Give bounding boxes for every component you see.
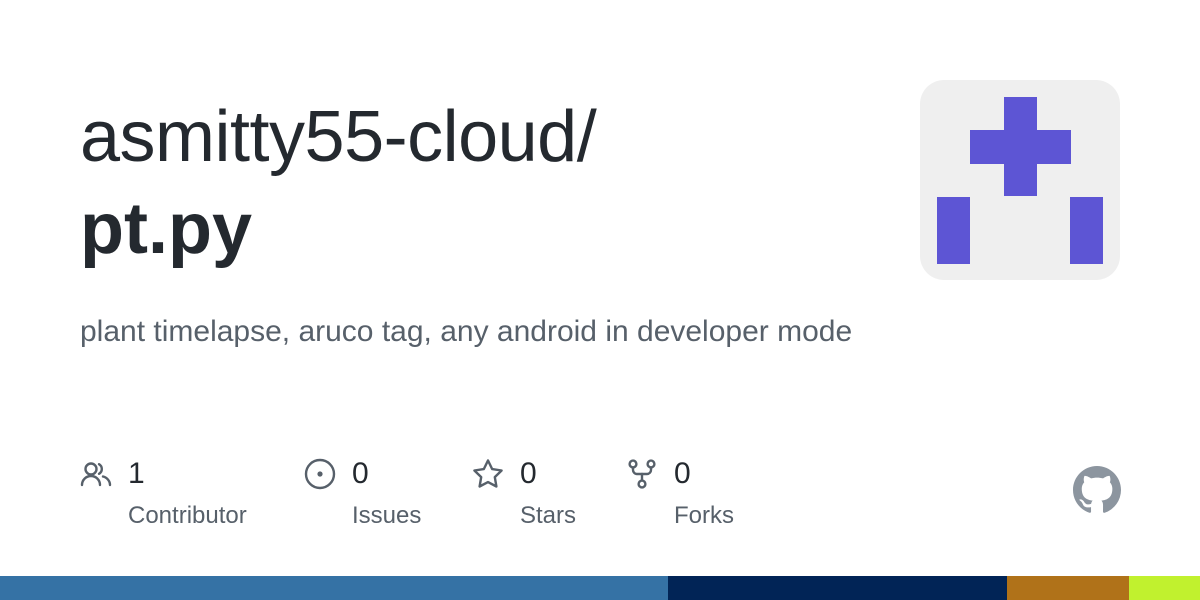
repo-owner[interactable]: asmitty55-cloud/ bbox=[80, 92, 597, 182]
issues-label: Issues bbox=[352, 502, 422, 529]
stars-label: Stars bbox=[520, 502, 577, 529]
repo-forked-icon bbox=[628, 459, 656, 489]
identicon-avatar bbox=[937, 97, 1103, 264]
github-mark-icon[interactable] bbox=[1073, 466, 1121, 514]
language-bar bbox=[0, 576, 1200, 600]
people-icon bbox=[80, 462, 112, 487]
language-segment bbox=[1006, 576, 1130, 600]
contributors-count: 1 bbox=[128, 457, 145, 490]
language-segment bbox=[1129, 576, 1200, 600]
repo-name[interactable]: pt.py bbox=[80, 184, 252, 274]
issues-count: 0 bbox=[352, 457, 369, 490]
contributors-label: Contributor bbox=[128, 502, 247, 529]
stars-count: 0 bbox=[520, 457, 537, 490]
issue-opened-icon bbox=[304, 458, 336, 490]
owner-avatar[interactable] bbox=[920, 80, 1120, 280]
repo-social-card: asmitty55-cloud/ pt.py plant timelapse, … bbox=[0, 0, 1200, 600]
star-icon bbox=[473, 459, 503, 488]
forks-count: 0 bbox=[674, 457, 691, 490]
forks-label: Forks bbox=[674, 502, 734, 529]
language-segment bbox=[0, 576, 669, 600]
repo-description: plant timelapse, aruco tag, any android … bbox=[80, 315, 853, 348]
language-segment bbox=[668, 576, 1007, 600]
